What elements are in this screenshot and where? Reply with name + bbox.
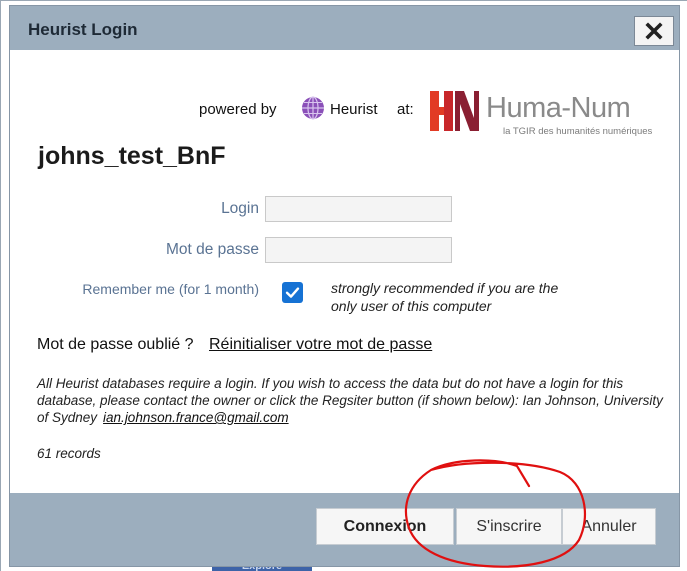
login-info-note: All Heurist databases require a login. I…: [37, 375, 667, 426]
at-text: at:: [397, 101, 414, 118]
records-count: 61 records: [37, 446, 101, 461]
password-input[interactable]: [265, 237, 452, 263]
checkmark-icon: [285, 287, 300, 298]
owner-email-link[interactable]: ian.johnson.france@gmail.com: [103, 410, 289, 425]
huma-num-tagline: la TGIR des humanités numériques: [503, 126, 653, 137]
login-input[interactable]: [265, 196, 452, 222]
connexion-button[interactable]: Connexion: [316, 508, 454, 545]
huma-num-name: Huma-Num: [486, 92, 631, 124]
dialog-title: Heurist Login: [28, 20, 138, 39]
heurist-name: Heurist: [330, 101, 378, 118]
reset-password-link[interactable]: Réinitialiser votre mot de passe: [209, 336, 432, 354]
register-button[interactable]: S'inscrire: [456, 508, 562, 545]
database-name: johns_test_BnF: [38, 142, 226, 170]
forgot-password-text: Mot de passe oublié ?: [37, 336, 194, 353]
cancel-button[interactable]: Annuler: [562, 508, 656, 545]
huma-num-logo-icon: [430, 91, 479, 131]
remember-me-checkbox[interactable]: [282, 282, 303, 303]
background-border-left: [0, 0, 1, 571]
dialog-titlebar[interactable]: Heurist Login: [10, 6, 679, 50]
close-button[interactable]: [634, 16, 674, 46]
login-dialog: Heurist Login powered by Heurist at: Hum…: [9, 5, 680, 567]
close-x-icon: [645, 22, 663, 40]
globe-icon: [302, 96, 324, 120]
dialog-content: powered by Heurist at: Huma-Num la TGIR …: [10, 50, 679, 493]
remember-me-label: Remember me (for 1 month): [82, 281, 259, 297]
login-label: Login: [221, 200, 259, 217]
remember-me-hint: strongly recommended if you are the only…: [331, 280, 559, 314]
password-label: Mot de passe: [165, 241, 259, 258]
powered-by-text: powered by: [199, 101, 277, 118]
background-border-top: [0, 0, 687, 1]
